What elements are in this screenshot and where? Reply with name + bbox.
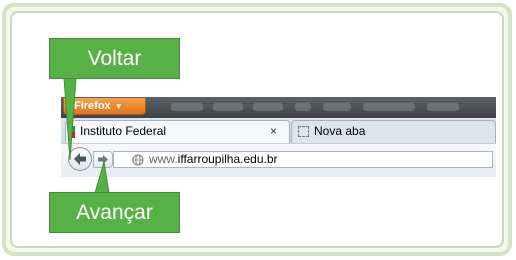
avancar-callout: Avançar	[49, 192, 180, 233]
voltar-pointer	[63, 77, 77, 161]
avancar-pointer	[94, 161, 110, 194]
voltar-callout: Voltar	[49, 38, 180, 79]
